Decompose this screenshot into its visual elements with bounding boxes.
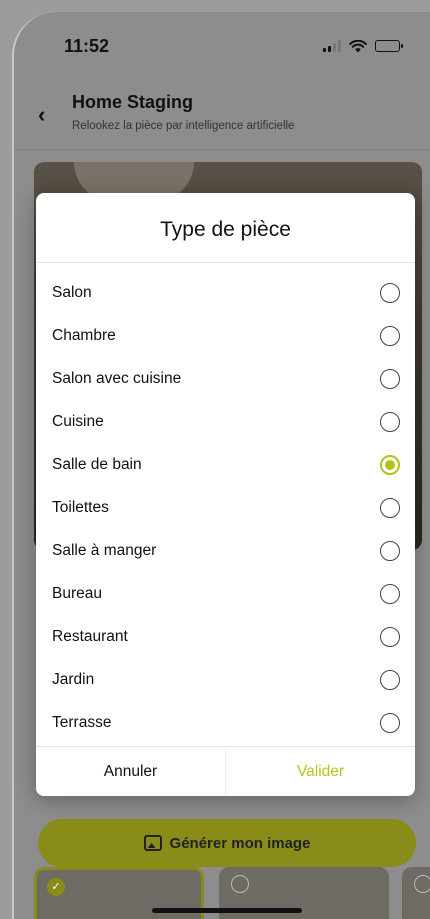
- room-type-option[interactable]: Salon avec cuisine: [36, 357, 415, 400]
- radio-unselected-icon: [414, 875, 430, 893]
- generate-image-button[interactable]: Générer mon image: [38, 819, 416, 867]
- room-type-option-label: Salle de bain: [52, 455, 142, 473]
- room-type-option-label: Salon: [52, 283, 92, 301]
- room-type-option-label: Bureau: [52, 584, 102, 602]
- page-subtitle: Relookez la pièce par intelligence artif…: [72, 120, 295, 132]
- check-icon: ✓: [47, 878, 65, 896]
- thumbnail[interactable]: [402, 867, 430, 919]
- cancel-button[interactable]: Annuler: [36, 747, 226, 796]
- room-type-dialog: Type de pièce Salon Chambre Salon avec cui…: [36, 193, 415, 796]
- room-type-option[interactable]: Salle à manger: [36, 529, 415, 572]
- radio-unselected-icon[interactable]: [380, 626, 400, 647]
- dialog-actions: Annuler Valider: [36, 746, 415, 796]
- chevron-left-icon[interactable]: ‹: [38, 102, 45, 128]
- room-type-option[interactable]: Chambre: [36, 314, 415, 357]
- room-type-option-label: Salon avec cuisine: [52, 369, 182, 387]
- radio-unselected-icon[interactable]: [380, 411, 400, 432]
- room-type-option[interactable]: Jardin: [36, 658, 415, 701]
- room-type-option[interactable]: Bureau: [36, 572, 415, 615]
- room-type-option[interactable]: Salon: [36, 271, 415, 314]
- room-type-option-label: Salle à manger: [52, 541, 157, 559]
- image-icon: [143, 835, 162, 851]
- room-type-option-label: Terrasse: [52, 713, 112, 731]
- room-type-option-label: Cuisine: [52, 412, 104, 430]
- room-type-option-label: Restaurant: [52, 627, 128, 645]
- radio-selected-icon[interactable]: [380, 454, 400, 475]
- confirm-button[interactable]: Valider: [226, 747, 415, 796]
- radio-unselected-icon[interactable]: [380, 583, 400, 604]
- wifi-icon: [349, 39, 367, 52]
- room-type-option[interactable]: Toilettes: [36, 486, 415, 529]
- radio-unselected-icon: [231, 875, 249, 893]
- radio-unselected-icon[interactable]: [380, 325, 400, 346]
- page-title: Home Staging: [72, 92, 194, 112]
- home-indicator[interactable]: [152, 908, 302, 913]
- radio-unselected-icon[interactable]: [380, 669, 400, 690]
- radio-unselected-icon[interactable]: [380, 712, 400, 733]
- battery-icon: [375, 40, 403, 52]
- radio-unselected-icon[interactable]: [380, 497, 400, 518]
- status-icons: [323, 39, 403, 53]
- status-bar: 11:52: [14, 12, 430, 70]
- cellular-signal-icon: [323, 40, 341, 52]
- radio-unselected-icon[interactable]: [380, 368, 400, 389]
- room-type-option[interactable]: Salle de bain: [36, 443, 415, 486]
- room-type-option[interactable]: Cuisine: [36, 400, 415, 443]
- room-type-option-label: Chambre: [52, 326, 116, 344]
- room-type-option-label: Toilettes: [52, 498, 109, 516]
- room-type-option-label: Jardin: [52, 670, 95, 688]
- room-type-option[interactable]: Terrasse: [36, 701, 415, 744]
- dialog-title: Type de pièce: [36, 193, 415, 263]
- header: ‹ Home Staging Relookez la pièce par int…: [14, 70, 430, 150]
- room-type-options: Salon Chambre Salon avec cuisine Cuisine Sal…: [36, 263, 415, 744]
- status-time: 11:52: [64, 35, 110, 56]
- radio-unselected-icon[interactable]: [380, 282, 400, 303]
- radio-unselected-icon[interactable]: [380, 540, 400, 561]
- room-type-option[interactable]: Restaurant: [36, 615, 415, 658]
- generate-image-label: Générer mon image: [169, 834, 311, 852]
